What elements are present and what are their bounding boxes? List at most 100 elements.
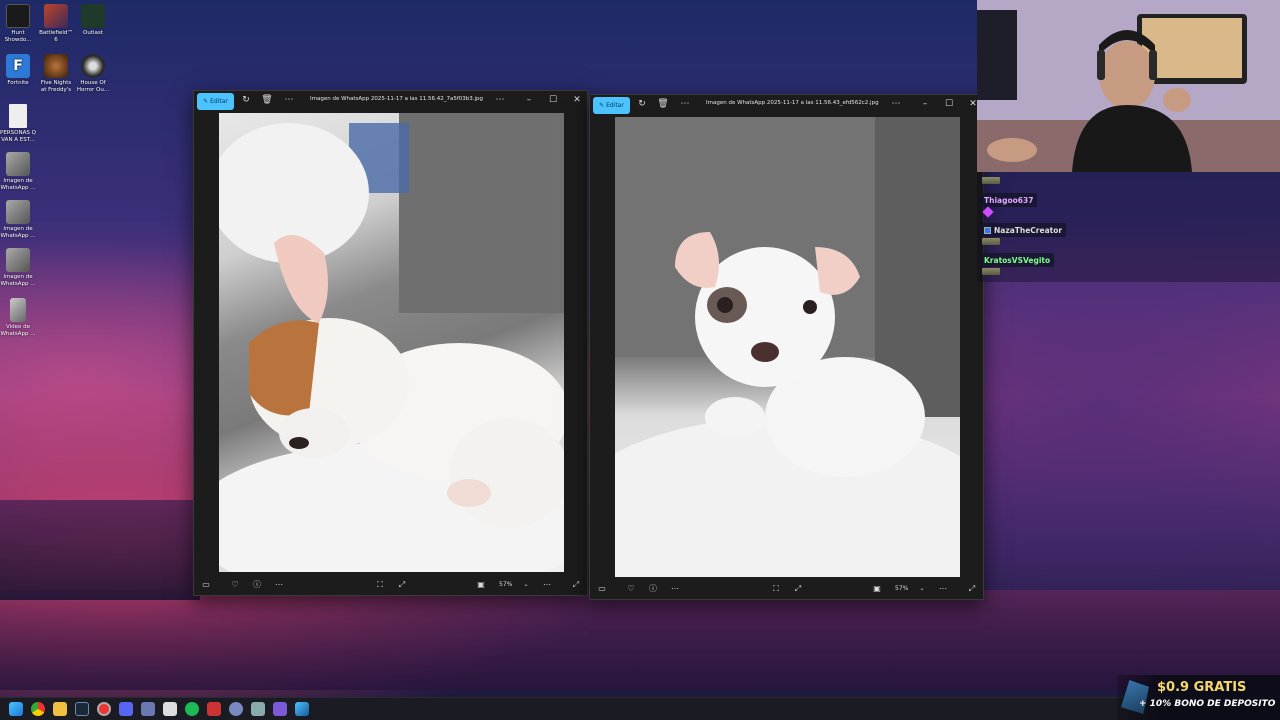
more-icon[interactable]: ⋯: [669, 583, 681, 595]
badge-icon: [984, 226, 991, 234]
app-icon[interactable]: [229, 702, 243, 716]
more-icon[interactable]: ⋯: [890, 98, 902, 110]
recording-app-icon[interactable]: [97, 702, 111, 716]
desktop-icon-hunt[interactable]: Hunt Showdo...: [0, 4, 36, 43]
media-app-icon[interactable]: [207, 702, 221, 716]
app-icon[interactable]: [141, 702, 155, 716]
more-icon[interactable]: ⋯: [494, 94, 506, 106]
chevron-down-icon[interactable]: ⌄: [916, 583, 928, 595]
edit-button[interactable]: ✎ Editar: [593, 97, 630, 114]
fit-screen-icon[interactable]: ⛶: [770, 583, 782, 595]
discord-icon[interactable]: [119, 702, 133, 716]
fit-screen-icon[interactable]: ⛶: [374, 579, 386, 591]
desktop-icon-label: Outlast: [83, 30, 103, 36]
app-icon[interactable]: [273, 702, 287, 716]
battlefield-icon: [44, 4, 68, 28]
minimize-icon[interactable]: –: [523, 94, 535, 106]
hunt-icon: [6, 4, 30, 28]
desktop-icon-house-of-horror[interactable]: House Of Horror Ou...: [75, 54, 111, 93]
notepad-icon[interactable]: [163, 702, 177, 716]
chevron-down-icon[interactable]: ⌄: [520, 579, 532, 591]
video-file-icon: [10, 298, 26, 322]
outlast-icon: [81, 4, 105, 28]
desktop-icon-label: Imagen de WhatsApp ...: [0, 178, 36, 191]
minimize-icon[interactable]: –: [919, 98, 931, 110]
fnaf-icon: [44, 54, 68, 78]
delete-icon[interactable]: 🗑: [657, 98, 669, 110]
image-file-icon: [6, 200, 30, 224]
chat-username[interactable]: Thiagoo637: [984, 196, 1033, 205]
chrome-icon[interactable]: [31, 702, 45, 716]
filmstrip-icon[interactable]: ▭: [200, 579, 212, 591]
promo-line-2: + 10% BONO DE DEPOSITO: [1139, 699, 1276, 709]
wallpaper-sea: [0, 500, 200, 600]
maximize-icon[interactable]: ☐: [943, 98, 955, 110]
desktop-icon-image-2[interactable]: Imagen de WhatsApp ...: [0, 200, 36, 239]
desktop-icon-label: Five Nights at Freddy's: [40, 80, 72, 93]
info-icon[interactable]: ⓘ: [647, 583, 659, 595]
favorite-heart-icon[interactable]: ♡: [229, 579, 241, 591]
chat-emote: [982, 177, 1000, 184]
wallpaper-band: [0, 590, 1280, 690]
fullscreen-icon[interactable]: ⤢: [966, 583, 978, 595]
actual-size-icon[interactable]: ⤢: [792, 583, 804, 595]
house-of-horror-icon: [81, 54, 105, 78]
delete-icon[interactable]: 🗑: [261, 94, 273, 106]
more-icon[interactable]: ⋯: [937, 583, 949, 595]
close-icon[interactable]: ✕: [571, 94, 583, 106]
bottom-bar: ▭ ♡ ⓘ ⋯ ⛶ ⤢ ▣ 57% ⌄ ⋯ ⤢: [590, 578, 983, 600]
spotify-icon[interactable]: [185, 702, 199, 716]
edit-icon: ✎: [599, 102, 605, 109]
chat-emote: [982, 206, 994, 218]
chat-username[interactable]: NazaTheCreator: [994, 226, 1062, 235]
desktop-icon-image-1[interactable]: Imagen de WhatsApp ...: [0, 152, 36, 191]
photo-sitting-puppy: [615, 117, 960, 577]
zoom-icon[interactable]: ▣: [475, 579, 487, 591]
desktop-icon-image-3[interactable]: Imagen de WhatsApp ...: [0, 248, 36, 287]
photos-icon[interactable]: [295, 702, 309, 716]
info-icon[interactable]: ⓘ: [251, 579, 263, 591]
stream-chat: Thiagoo637 NazaTheCreator KratosVSVegito: [977, 172, 1280, 282]
edit-label: Editar: [606, 102, 624, 109]
actual-size-icon[interactable]: ⤢: [396, 579, 408, 591]
zoom-icon[interactable]: ▣: [871, 583, 883, 595]
filmstrip-icon[interactable]: ▭: [596, 583, 608, 595]
edit-button[interactable]: ✎ Editar: [197, 93, 234, 110]
desktop-icon-label: Video de WhatsApp ...: [0, 324, 36, 337]
more-icon[interactable]: ⋯: [541, 579, 553, 591]
fullscreen-icon[interactable]: ⤢: [570, 579, 582, 591]
zoom-level[interactable]: 57%: [895, 585, 908, 592]
title-bar: ✎ Editar ↻ 🗑 ⋯ Imagen de WhatsApp 2025-1…: [590, 95, 983, 115]
photos-window-1: ✎ Editar ↻ 🗑 ⋯ Imagen de WhatsApp 2025-1…: [193, 90, 588, 596]
desktop-icon-fnaf[interactable]: Five Nights at Freddy's: [38, 54, 74, 93]
file-explorer-icon[interactable]: [53, 702, 67, 716]
desktop-icon-label: House Of Horror Ou...: [76, 80, 110, 93]
edit-icon: ✎: [203, 98, 209, 105]
windows-start-icon[interactable]: [9, 702, 23, 716]
steam-icon[interactable]: [75, 702, 89, 716]
desktop-icon-battlefield[interactable]: Battlefield™ 6: [38, 4, 74, 43]
desktop-icon-text-file[interactable]: PERSONAS Q VAN A EST...: [0, 104, 36, 143]
rotate-icon[interactable]: ↻: [636, 98, 648, 110]
rotate-icon[interactable]: ↻: [240, 94, 252, 106]
webcam-scene: [977, 0, 1280, 172]
more-icon[interactable]: ⋯: [283, 94, 295, 106]
desktop-icon-outlast[interactable]: Outlast: [75, 4, 111, 37]
edit-label: Editar: [210, 98, 228, 105]
desktop-icon-label: Hunt Showdo...: [4, 30, 32, 43]
photo-sitting-puppy-art: [615, 117, 960, 577]
maximize-icon[interactable]: ☐: [547, 94, 559, 106]
text-file-icon: [9, 104, 27, 128]
more-icon[interactable]: ⋯: [273, 579, 285, 591]
app-icon[interactable]: [251, 702, 265, 716]
more-icon[interactable]: ⋯: [679, 98, 691, 110]
desktop-icon-video[interactable]: Video de WhatsApp ...: [0, 298, 36, 337]
desktop-icon-fortnite[interactable]: F Fortnite: [0, 54, 36, 87]
favorite-heart-icon[interactable]: ♡: [625, 583, 637, 595]
image-file-icon: [6, 152, 30, 176]
image-file-icon: [6, 248, 30, 272]
chat-username[interactable]: KratosVSVegito: [984, 256, 1050, 265]
zoom-level[interactable]: 57%: [499, 581, 512, 588]
chat-message-row: Thiagoo637: [980, 193, 1038, 207]
chat-emote: [982, 268, 1000, 275]
